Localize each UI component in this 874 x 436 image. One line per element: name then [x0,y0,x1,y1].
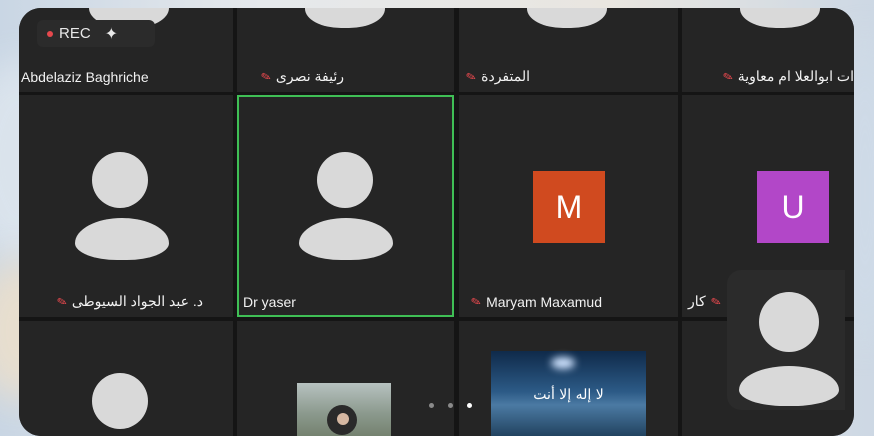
avatar-placeholder-icon [759,292,819,352]
participant-name: المتفردة ✎ [464,68,530,85]
self-view-avatar[interactable] [727,270,845,410]
participant-tile[interactable]: المتفردة ✎ [459,8,678,92]
avatar-initial: M [533,171,605,243]
recording-label: REC [59,25,91,42]
participant-name: ✎ Maryam Maxamud [469,293,602,311]
sparkle-icon: ✦ [104,25,119,43]
participant-photo [297,383,391,436]
participant-tile[interactable]: لا إله إلا أنت [459,321,678,436]
avatar-placeholder-icon [92,152,148,208]
page-indicator[interactable] [429,403,472,408]
avatar-initial-text: M [555,188,583,225]
participant-name: د. عبد الجواد السيوطى ✎ [55,293,203,310]
participant-tile[interactable]: ات ابوالعلا ام معاوية ✎ [682,8,854,92]
participant-tile-active-speaker[interactable]: Dr yaser [237,95,454,317]
participant-name-text: كار [688,293,706,309]
page-dot-current[interactable] [467,403,472,408]
participant-tile[interactable] [19,321,233,436]
recording-badge[interactable]: REC ✦ [37,20,155,47]
participant-name-text: Abdelaziz Baghriche [21,69,149,85]
participant-name: ✎ كار [688,293,723,310]
avatar-placeholder-body [299,218,393,260]
avatar-placeholder-icon [317,152,373,208]
participant-name-text: ات ابوالعلا ام معاوية [737,68,854,84]
participant-name-text: Dr yaser [243,294,296,310]
mic-muted-icon: ✎ [469,293,483,311]
participant-tile[interactable]: د. عبد الجواد السيوطى ✎ [19,95,233,317]
participant-name: ات ابوالعلا ام معاوية ✎ [721,68,854,85]
mic-muted-icon: ✎ [55,293,69,310]
participant-name: رئيفة نصرى ✎ [259,68,344,85]
photo-caption: لا إله إلا أنت [533,387,604,403]
avatar-placeholder-icon [92,373,148,429]
mic-muted-icon: ✎ [721,68,735,85]
mic-muted-icon: ✎ [259,68,273,85]
participant-tile[interactable]: رئيفة نصرى ✎ [237,8,454,92]
participant-name-text: د. عبد الجواد السيوطى [71,293,203,309]
mic-muted-icon: ✎ [464,68,478,85]
video-grid: Abdelaziz Baghriche رئيفة نصرى ✎ المتفرد… [19,8,854,436]
participant-name: Abdelaziz Baghriche [21,69,149,85]
participant-name-text: Maryam Maxamud [486,294,602,310]
page-dot[interactable] [429,403,434,408]
participant-tile[interactable]: M ✎ Maryam Maxamud [459,95,678,317]
participant-name: Dr yaser [243,294,296,310]
page-dot[interactable] [448,403,453,408]
avatar-initial: U [757,171,829,243]
avatar-placeholder-body [75,218,169,260]
participant-tile[interactable] [237,321,454,436]
avatar-initial-text: U [781,188,805,225]
recording-dot-icon [47,30,53,37]
mic-muted-icon: ✎ [709,293,723,310]
participant-name-text: المتفردة [481,68,530,84]
participant-name-text: رئيفة نصرى [275,68,344,84]
participant-photo: لا إله إلا أنت [491,351,646,436]
avatar-placeholder-body [739,366,839,406]
